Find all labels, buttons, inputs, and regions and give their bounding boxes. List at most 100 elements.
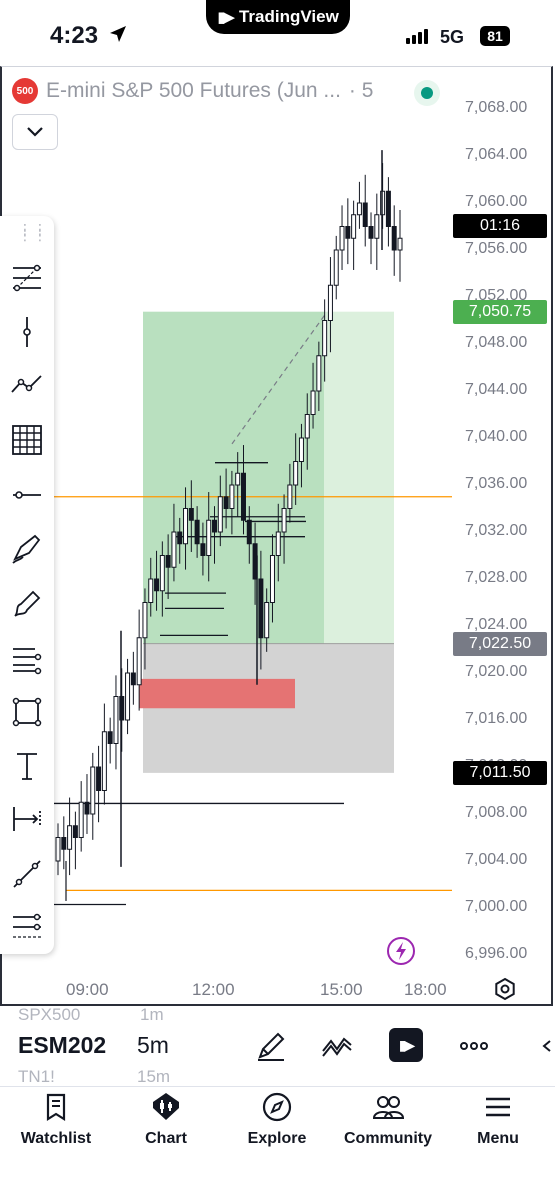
parallel-channel-icon [13,648,42,675]
take-profit-price-label: 7,050.75 [453,299,547,324]
chart-settings-icon[interactable] [492,976,518,1002]
drawing-tool-button[interactable] [8,313,46,351]
nav-chart[interactable]: Chart [116,1090,216,1148]
candle-body [206,519,212,556]
time-tick-label: 15:00 [320,980,363,999]
candle-body [159,555,165,592]
drawing-pen-button[interactable] [252,1027,290,1065]
nav-label: Menu [477,1130,519,1147]
candle-body [345,226,351,239]
candle-body [101,731,107,791]
fib-retracement-icon [13,264,41,292]
drawing-tool-button[interactable] [8,908,46,946]
next-symbol[interactable]: TN1! [18,1067,55,1087]
nav-community[interactable]: Community [338,1090,438,1148]
candle-body [235,472,241,486]
price-tick-label: 7,016.00 [465,710,528,727]
candle-body [275,531,281,556]
text-icon [17,753,37,780]
candle-body [183,508,189,545]
symbol-title[interactable]: E-mini S&P 500 Futures (Jun ... [46,79,341,103]
candle-body [154,578,160,592]
prev-symbol[interactable]: SPX500 [18,1005,80,1025]
candle-body [269,555,275,603]
price-tick-label: 7,048.00 [465,334,528,351]
nav-watchlist[interactable]: Watchlist [6,1090,106,1148]
indicators-button[interactable] [318,1027,356,1065]
candle-body [385,190,391,227]
tradingview-logo-icon: ▮▶ [398,1036,416,1053]
compass-icon [262,1092,292,1122]
candle-body [374,214,380,239]
tradingview-logo-icon: ▮▶ [217,9,235,26]
candle-body [148,578,154,603]
drawing-tool-button[interactable] [8,693,46,731]
drawing-tool-button[interactable] [8,800,46,838]
legend-collapse-button[interactable] [12,114,58,150]
nav-label: Watchlist [20,1130,92,1147]
drawing-tool-button[interactable] [8,365,46,403]
nav-label: Explore [247,1130,307,1147]
pen-icon [258,1032,285,1061]
candle-body [212,519,218,533]
network-type: 5G [440,27,465,47]
market-status-indicator[interactable] [414,80,440,106]
more-options-button[interactable] [455,1027,493,1065]
entry-price-label: 7,022.50 [453,631,547,656]
price-tick-label: 7,040.00 [465,428,528,445]
drawing-tool-button[interactable] [8,259,46,297]
carrier-pill-label: TradingView [238,7,339,26]
nav-menu[interactable]: Menu [448,1090,548,1148]
tradingview-button[interactable]: ▮▶ [389,1028,423,1062]
status-bar: 4:23 ▮▶ TradingView 5G 81 [0,0,555,70]
candle-body [142,602,148,639]
ray-icon [13,860,41,888]
drawing-tool-button[interactable] [8,855,46,893]
chart-symbol-header[interactable]: 500 E-mini S&P 500 Futures (Jun ... · 5 [12,78,373,104]
rectangle-icon [12,697,42,727]
candle-body [84,801,90,815]
candle-body [368,226,374,239]
drawing-tool-button[interactable] [8,476,46,514]
drawing-tool-button[interactable] [8,530,46,568]
candle-body [339,226,345,251]
candle-body [298,437,304,462]
candle-body [356,202,362,216]
current-interval[interactable]: 5m [137,1032,169,1059]
candle-body [171,531,177,568]
position-profit-zone-extended [324,311,394,644]
candle-body [397,237,403,251]
price-tick-label: 7,044.00 [465,381,528,398]
time-tick-label: 09:00 [66,980,109,999]
nav-label: Community [344,1130,432,1147]
candle-body [78,801,84,838]
nav-explore[interactable]: Explore [227,1090,327,1148]
fib-channel-icon [13,913,41,938]
candle-body [229,484,235,509]
price-tick-label: 7,028.00 [465,569,528,586]
bar-countdown-label: 01:16 [453,214,547,238]
flash-icon[interactable] [386,936,416,966]
drawing-tool-button[interactable] [8,747,46,785]
candle-body [293,461,299,486]
candle-body [194,519,200,545]
nav-label: Chart [145,1130,187,1147]
collapse-strip-button[interactable] [530,1027,555,1065]
prev-interval[interactable]: 1m [140,1005,164,1025]
candle-body [362,202,368,227]
toolbar-grip-icon[interactable]: ⋮⋮ ⋮⋮ [18,222,48,242]
candle-body [287,484,293,509]
symbol-logo: 500 [12,78,38,104]
drawing-tool-button[interactable] [8,640,46,678]
highlighter-icon [14,590,41,617]
next-interval[interactable]: 15m [137,1067,170,1087]
symbol-interval[interactable]: · 5 [349,79,374,103]
candle-body [125,672,131,721]
candle-body [55,837,61,862]
candle-body [107,731,113,744]
drawing-tool-button[interactable] [8,421,46,459]
drawing-tool-button[interactable] [8,585,46,623]
community-icon [372,1096,405,1119]
current-symbol[interactable]: ESM202 [18,1032,106,1059]
market-open-dot [421,87,433,99]
